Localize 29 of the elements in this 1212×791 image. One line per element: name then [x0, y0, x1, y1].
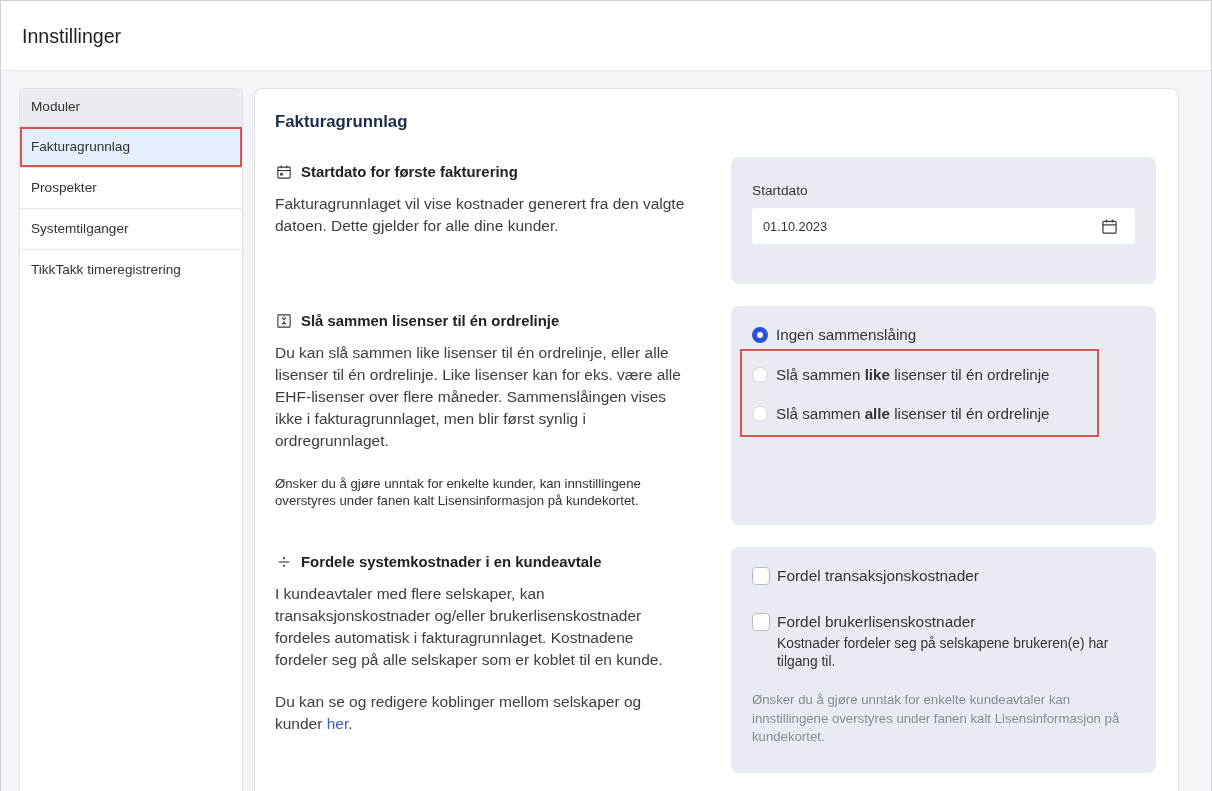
setting-heading-text: Fordele systemkostnader i en kundeavtale: [301, 553, 602, 572]
checkbox-label[interactable]: Fordel transaksjonskostnader: [777, 565, 979, 587]
checkbox[interactable]: [752, 613, 770, 631]
checkbox-hint: Kostnader fordeler seg på selskapene brukeren(e) har tilgang til.: [777, 635, 1110, 671]
inline-link[interactable]: her: [326, 715, 349, 732]
section-title: Fakturagrunnlag: [275, 111, 409, 133]
checkbox-label[interactable]: Fordel brukerlisenskostnader: [777, 611, 976, 633]
calendar-icon[interactable]: [1102, 219, 1117, 234]
radio-label[interactable]: Ingen sammenslåing: [776, 324, 917, 346]
setting-description: I kundeavtaler med flere selskaper, kan transaksjonskostnader og/eller brukerlisenskostnader fordeles automatisk i fakturagrunnlaget. Kostnadene fordeler seg på alle selskaper som er koblet til en kunde.: [275, 584, 664, 670]
page-title: Innstillinger: [22, 23, 122, 48]
panel-note: Ønsker du å gjøre unntak for enkelte kundeavtaler kan innstillingene overstyres under fanen kalt Lisensinformasjon på kundekortet.: [752, 691, 1121, 746]
calendar-icon: [277, 165, 291, 179]
setting-description: Du kan se og redigere koblinger mellom selskaper og kunder her.: [275, 692, 643, 734]
radio-label[interactable]: Slå sammen alle lisenser til én ordrelinje: [776, 403, 1050, 425]
setting-description: Du kan slå sammen like lisenser til én ordrelinje, eller alle lisenser til én ordrelinje. Like lisenser kan for eks. være alle EHF-lisenser over flere måneder. Sammenslåingen vises ikke i fakturagrunnlaget, men blir først synlig i ordregrunnlaget.: [275, 343, 682, 451]
checkbox[interactable]: [752, 567, 770, 585]
date-field[interactable]: 01.10.2023: [752, 208, 1135, 244]
setting-heading-text: Startdato for første fakturering: [301, 163, 518, 182]
setting-description: Fakturagrunnlaget vil vise kostnader generert fra den valgte datoen. Dette gjelder for alle dine kunder.: [275, 194, 686, 236]
sidebar-heading: Moduler: [20, 89, 242, 127]
setting-footnote: Ønsker du å gjøre unntak for enkelte kunder, kan innstillingene overstyres under fanen kalt Lisensinformasjon på kundekortet.: [275, 475, 642, 509]
radio-button[interactable]: [752, 327, 768, 343]
sidebar-item[interactable]: Fakturagrunnlag: [20, 127, 242, 168]
divide-icon: [277, 555, 291, 569]
setting-heading-text: Slå sammen lisenser til én ordrelinje: [301, 312, 560, 331]
boxed-arrows-icon: [277, 314, 291, 328]
radio-label[interactable]: Slå sammen like lisenser til én ordrelinje: [776, 364, 1050, 386]
field-label: Startdato: [752, 182, 808, 200]
